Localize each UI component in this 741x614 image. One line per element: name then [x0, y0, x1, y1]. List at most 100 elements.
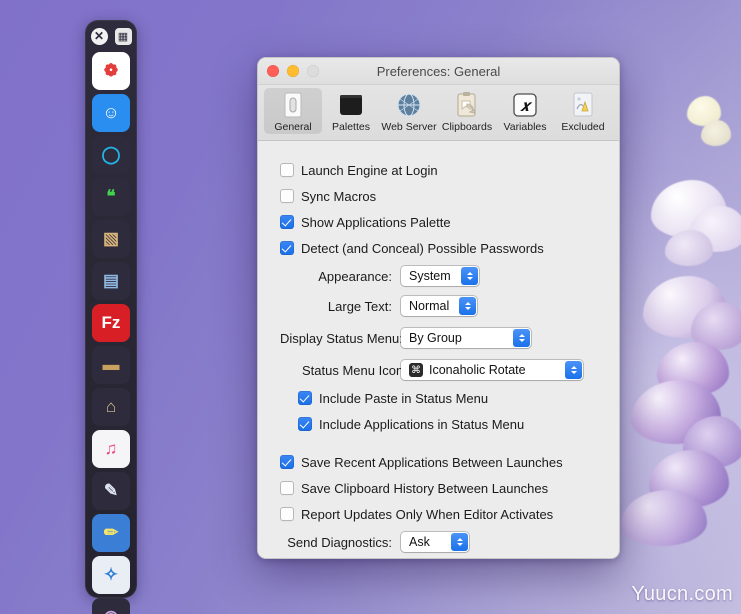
- chevron-updown-icon[interactable]: [451, 533, 468, 551]
- checkbox-label-include-paste: Include Paste in Status Menu: [319, 390, 489, 406]
- preferences-window[interactable]: Preferences: General General Palettes Web …: [257, 57, 620, 559]
- excluded-app-icon: [568, 90, 598, 120]
- dock-item-list: ❁☺◯❝▧▤Fz▬⌂♫✎✏✧◉S⚒: [85, 50, 137, 614]
- dock-icon-file-manager[interactable]: ▤: [92, 262, 130, 300]
- globe-icon: [394, 90, 424, 120]
- dock-grid-icon[interactable]: ▦: [114, 27, 132, 45]
- dock-close-icon[interactable]: ✕: [90, 27, 108, 45]
- checkbox-show-applications-palette[interactable]: [280, 215, 294, 229]
- tab-label: Web Server: [381, 121, 437, 133]
- dock-icon-notes-editor[interactable]: ✏: [92, 514, 130, 552]
- status-menu-icon-popup[interactable]: ⌘ Iconaholic Rotate: [401, 360, 583, 380]
- tab-label: General: [274, 121, 312, 133]
- checkbox-label-launch-engine: Launch Engine at Login: [301, 162, 438, 178]
- dock-buttons: ✕ ▦: [85, 24, 137, 48]
- send-diagnostics-value: Ask: [409, 535, 430, 549]
- close-window-button[interactable]: [267, 65, 279, 77]
- dock[interactable]: ✕ ▦ ❁☺◯❝▧▤Fz▬⌂♫✎✏✧◉S⚒: [85, 20, 137, 614]
- tab-label: Clipboards: [441, 121, 493, 133]
- checkbox-sync-macros[interactable]: [280, 189, 294, 203]
- tab-general[interactable]: General: [264, 88, 322, 134]
- light-switch-icon: [278, 90, 308, 120]
- dock-icon-finder[interactable]: ☺: [92, 94, 130, 132]
- clipboard-icon: [452, 90, 482, 120]
- tab-clipboards[interactable]: Clipboards: [438, 88, 496, 134]
- checkbox-include-paste[interactable]: [298, 391, 312, 405]
- checkbox-include-applications[interactable]: [298, 417, 312, 431]
- chevron-updown-icon[interactable]: [513, 329, 530, 347]
- appearance-row: Appearance: System: [258, 261, 619, 291]
- minimize-window-button[interactable]: [287, 65, 299, 77]
- dock-icon-unarchiver[interactable]: ▧: [92, 220, 130, 258]
- zoom-window-button: [307, 65, 319, 77]
- checkbox-row-include-applications[interactable]: Include Applications in Status Menu: [258, 411, 619, 437]
- dock-icon-well-app[interactable]: ⌂: [92, 388, 130, 426]
- checkbox-save-recent-applications[interactable]: [280, 455, 294, 469]
- tab-label: Excluded: [561, 121, 605, 133]
- watermark: Yuucn.com: [631, 583, 733, 605]
- tab-palettes[interactable]: Palettes: [322, 88, 380, 134]
- checkbox-label-show-applications-palette: Show Applications Palette: [301, 214, 451, 230]
- send-diagnostics-label: Send Diagnostics:: [287, 534, 392, 550]
- display-status-menu-value: By Group: [409, 331, 462, 345]
- large-text-popup[interactable]: Normal: [401, 296, 477, 316]
- display-status-menu-label: Display Status Menu:: [280, 330, 403, 346]
- checkbox-row-show-applications-palette[interactable]: Show Applications Palette: [258, 209, 619, 235]
- window-titlebar[interactable]: Preferences: General: [258, 58, 619, 85]
- checkbox-row-include-paste[interactable]: Include Paste in Status Menu: [258, 385, 619, 411]
- dock-icon-sketch-tool[interactable]: ✎: [92, 472, 130, 510]
- checkbox-row-save-clipboard-history[interactable]: Save Clipboard History Between Launches: [258, 475, 619, 501]
- status-menu-icon-label: Status Menu Icon:: [302, 362, 407, 378]
- checkbox-report-updates[interactable]: [280, 507, 294, 521]
- checkbox-label-sync-macros: Sync Macros: [301, 188, 377, 204]
- dock-icon-qq[interactable]: ◯: [92, 136, 130, 174]
- checkbox-launch-engine[interactable]: [280, 163, 294, 177]
- checkbox-row-report-updates[interactable]: Report Updates Only When Editor Activate…: [258, 501, 619, 527]
- checkbox-row-sync-macros[interactable]: Sync Macros: [258, 183, 619, 209]
- large-text-label: Large Text:: [327, 298, 392, 314]
- desktop: ✕ ▦ ❁☺◯❝▧▤Fz▬⌂♫✎✏✧◉S⚒ Preferences: Gener…: [0, 0, 741, 614]
- send-diagnostics-row: Send Diagnostics: Ask: [258, 527, 619, 557]
- checkbox-row-detect-passwords[interactable]: Detect (and Conceal) Possible Passwords: [258, 235, 619, 261]
- dock-icon-wechat[interactable]: ❝: [92, 178, 130, 216]
- checkbox-detect-passwords[interactable]: [280, 241, 294, 255]
- dock-icon-safari[interactable]: ✧: [92, 556, 130, 594]
- general-pane: Launch Engine at Login Sync Macros Show …: [258, 141, 619, 558]
- checkbox-label-save-recent-applications: Save Recent Applications Between Launche…: [301, 454, 563, 470]
- tab-web-server[interactable]: Web Server: [380, 88, 438, 134]
- display-status-menu-popup[interactable]: By Group: [401, 328, 531, 348]
- checkbox-row-launch-engine[interactable]: Launch Engine at Login: [258, 157, 619, 183]
- checkbox-row-save-recent-applications[interactable]: Save Recent Applications Between Launche…: [258, 449, 619, 475]
- status-menu-icon-value: Iconaholic Rotate: [429, 363, 526, 377]
- bottom-checkbox-group: Save Recent Applications Between Launche…: [258, 449, 619, 527]
- chevron-updown-icon[interactable]: [461, 267, 478, 285]
- chevron-updown-icon[interactable]: [459, 297, 476, 315]
- chevron-updown-icon[interactable]: [565, 361, 582, 379]
- dock-icon-toolbox[interactable]: ▬: [92, 346, 130, 384]
- dock-icon-media-player[interactable]: ◉: [92, 598, 130, 614]
- tab-label: Palettes: [332, 121, 370, 133]
- command-glyph-icon: ⌘: [409, 363, 423, 377]
- tab-excluded[interactable]: Excluded: [554, 88, 612, 134]
- top-checkbox-group: Launch Engine at Login Sync Macros Show …: [258, 157, 619, 261]
- preferences-toolbar[interactable]: General Palettes Web Server Clipboards 𝒙 Vari…: [258, 85, 619, 141]
- dock-icon-itunes[interactable]: ♫: [92, 430, 130, 468]
- traffic-lights: [258, 65, 319, 77]
- dock-icon-google-photos[interactable]: ❁: [92, 52, 130, 90]
- send-diagnostics-popup[interactable]: Ask: [401, 532, 469, 552]
- status-menu-icon-row: Status Menu Icon: ⌘ Iconaholic Rotate: [258, 355, 619, 385]
- display-status-menu-row: Display Status Menu: By Group: [258, 321, 619, 355]
- large-text-row: Large Text: Normal: [258, 291, 619, 321]
- checkbox-label-detect-passwords: Detect (and Conceal) Possible Passwords: [301, 240, 544, 256]
- checkbox-save-clipboard-history[interactable]: [280, 481, 294, 495]
- tab-variables[interactable]: 𝒙 Variables: [496, 88, 554, 134]
- black-square-icon: [336, 90, 366, 120]
- checkbox-label-report-updates: Report Updates Only When Editor Activate…: [301, 506, 554, 522]
- tab-label: Variables: [503, 121, 547, 133]
- x-variable-icon: 𝒙: [510, 90, 540, 120]
- checkbox-label-save-clipboard-history: Save Clipboard History Between Launches: [301, 480, 549, 496]
- checkbox-label-include-applications: Include Applications in Status Menu: [319, 416, 525, 432]
- dock-icon-filezilla[interactable]: Fz: [92, 304, 130, 342]
- appearance-label: Appearance:: [318, 268, 392, 284]
- appearance-popup[interactable]: System: [401, 266, 479, 286]
